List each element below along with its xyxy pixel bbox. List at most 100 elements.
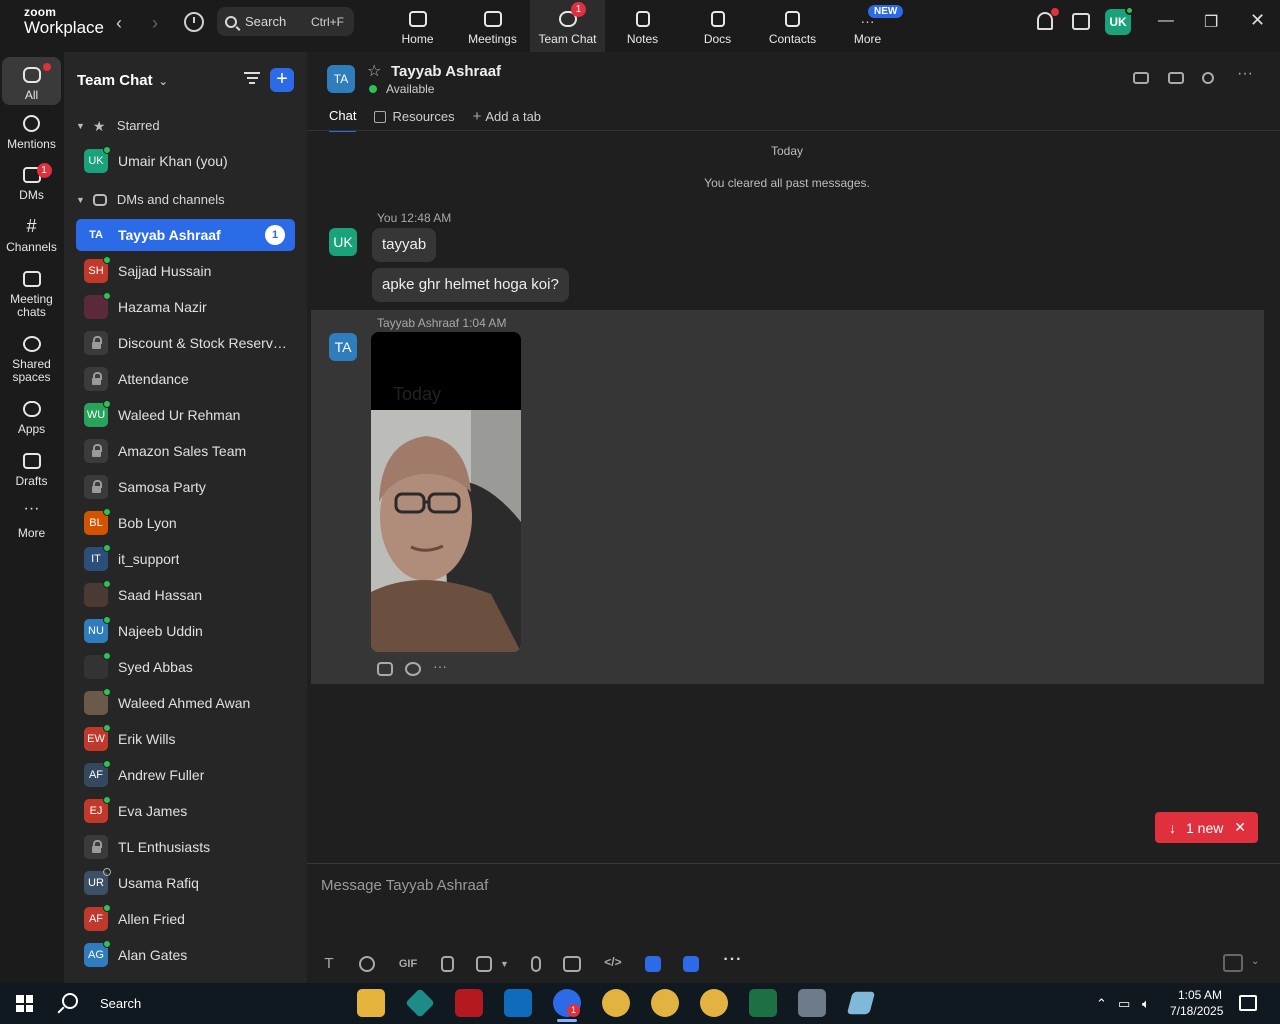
- file-explorer-icon[interactable]: [357, 989, 385, 1017]
- tab-contacts[interactable]: Contacts: [755, 0, 830, 52]
- send-icon[interactable]: [1223, 954, 1243, 972]
- file-icon[interactable]: [441, 956, 454, 972]
- taskbar-search[interactable]: Search: [100, 996, 141, 1011]
- list-item[interactable]: Discount & Stock Reservati...: [76, 327, 295, 359]
- chrome-icon[interactable]: [602, 989, 630, 1017]
- rail-meeting-chats[interactable]: Meeting chats: [2, 271, 61, 319]
- tab-notes[interactable]: Notes: [605, 0, 680, 52]
- text-format-icon[interactable]: T: [321, 956, 337, 972]
- message-input[interactable]: [321, 872, 1261, 898]
- list-item[interactable]: AF Andrew Fuller: [76, 759, 295, 791]
- list-item[interactable]: AF Allen Fried: [76, 903, 295, 935]
- chrome-icon[interactable]: [651, 989, 679, 1017]
- list-item[interactable]: TL Enthusiasts: [76, 831, 295, 863]
- message-bubble[interactable]: tayyab: [372, 228, 437, 262]
- excel-icon[interactable]: [749, 989, 777, 1017]
- message-bubble[interactable]: apke ghr helmet hoga koi?: [372, 268, 569, 302]
- more-options-icon[interactable]: ···: [1237, 66, 1253, 82]
- screenshot-icon[interactable]: [476, 956, 492, 972]
- search-icon[interactable]: [1202, 72, 1214, 84]
- list-item[interactable]: EW Erik Wills: [76, 723, 295, 755]
- volume-icon[interactable]: 🔈︎: [1142, 996, 1150, 1012]
- profile-avatar[interactable]: UK: [1105, 6, 1134, 35]
- add-reaction-icon[interactable]: [405, 662, 421, 676]
- list-item[interactable]: TA Tayyab Ashraaf 1: [76, 219, 295, 251]
- video-message-icon[interactable]: [562, 956, 581, 972]
- share-screen-icon[interactable]: [1168, 72, 1184, 84]
- rail-shared-spaces[interactable]: Shared spaces: [2, 336, 61, 384]
- minimize-icon[interactable]: —: [1158, 12, 1174, 30]
- outlook-icon[interactable]: [504, 989, 532, 1017]
- notifications-bell-icon[interactable]: [1037, 12, 1053, 30]
- list-item[interactable]: AG Alan Gates: [76, 939, 295, 971]
- restore-icon[interactable]: ❐: [1204, 12, 1218, 32]
- message-avatar[interactable]: TA: [329, 333, 357, 361]
- list-item[interactable]: Saad Hassan: [76, 579, 295, 611]
- microphone-icon[interactable]: [530, 956, 541, 972]
- list-item[interactable]: UR Usama Rafiq: [76, 867, 295, 899]
- tab-more[interactable]: NEW ··· More: [830, 0, 905, 52]
- list-item[interactable]: Waleed Ahmed Awan: [76, 687, 295, 719]
- list-item[interactable]: BL Bob Lyon: [76, 507, 295, 539]
- add-tab-button[interactable]: + Add a tab: [473, 108, 541, 132]
- list-item[interactable]: WU Waleed Ur Rehman: [76, 399, 295, 431]
- calculator-icon[interactable]: [798, 989, 826, 1017]
- chevron-down-icon[interactable]: ▼: [500, 959, 509, 969]
- back-arrow-icon[interactable]: ‹: [116, 13, 122, 34]
- sidebar-item-umair-khan[interactable]: UK Umair Khan (you): [76, 145, 295, 177]
- zoom-app-icon[interactable]: [682, 956, 699, 972]
- system-clock[interactable]: 1:05 AM 7/18/2025: [1170, 987, 1223, 1019]
- sidebar-title[interactable]: Team Chat ⌄: [77, 72, 168, 89]
- reply-icon[interactable]: [377, 662, 393, 676]
- rail-all[interactable]: All: [2, 57, 61, 105]
- new-chat-button[interactable]: +: [270, 68, 294, 92]
- chat-title[interactable]: Tayyab Ashraaf: [391, 63, 501, 80]
- chevron-down-icon[interactable]: ⌄: [1251, 956, 1259, 967]
- list-item[interactable]: Amazon Sales Team: [76, 435, 295, 467]
- message-avatar[interactable]: UK: [329, 228, 357, 256]
- rail-drafts[interactable]: Drafts: [2, 453, 61, 488]
- filezilla-icon[interactable]: [455, 989, 483, 1017]
- gif-button[interactable]: GIF: [397, 956, 419, 972]
- list-item[interactable]: NU Najeeb Uddin: [76, 615, 295, 647]
- rail-channels[interactable]: # Channels: [2, 217, 61, 254]
- filter-icon[interactable]: [244, 72, 260, 86]
- close-icon[interactable]: ✕: [1234, 819, 1246, 836]
- dms-section[interactable]: ▼ DMs and channels: [76, 192, 225, 207]
- rail-apps[interactable]: Apps: [2, 401, 61, 436]
- app-diamond-icon[interactable]: [405, 988, 435, 1018]
- app-icon[interactable]: [644, 956, 661, 972]
- chevron-up-icon[interactable]: ⌃: [1096, 996, 1107, 1012]
- calendar-icon[interactable]: [1072, 13, 1090, 30]
- more-options-icon[interactable]: ···: [433, 659, 447, 676]
- rail-mentions[interactable]: Mentions: [2, 115, 61, 151]
- rail-more[interactable]: ··· More: [2, 501, 61, 540]
- notification-center-icon[interactable]: [1239, 995, 1257, 1011]
- list-item[interactable]: EJ Eva James: [76, 795, 295, 827]
- close-icon[interactable]: ✕: [1250, 10, 1265, 31]
- message-image[interactable]: Today: [371, 332, 521, 652]
- starred-section[interactable]: ▼ ★ Starred: [76, 118, 160, 133]
- more-options-icon[interactable]: ···: [721, 952, 745, 972]
- star-outline-icon[interactable]: ☆: [367, 61, 381, 81]
- code-snippet-icon[interactable]: </>: [603, 956, 623, 972]
- list-item[interactable]: Syed Abbas: [76, 651, 295, 683]
- new-messages-button[interactable]: ↓ 1 new ✕: [1155, 812, 1258, 843]
- chat-avatar[interactable]: TA: [327, 65, 355, 93]
- tab-docs[interactable]: Docs: [680, 0, 755, 52]
- video-call-icon[interactable]: [1133, 72, 1149, 84]
- list-item[interactable]: SH Sajjad Hussain: [76, 255, 295, 287]
- list-item[interactable]: Hazama Nazir: [76, 291, 295, 323]
- app-icon[interactable]: [846, 991, 876, 1015]
- rail-dms[interactable]: 1 DMs: [2, 163, 61, 202]
- tab-team-chat[interactable]: 1 Team Chat: [530, 0, 605, 52]
- network-icon[interactable]: ▭: [1118, 996, 1130, 1012]
- tab-chat[interactable]: Chat: [329, 108, 357, 132]
- list-item[interactable]: Attendance: [76, 363, 295, 395]
- search-button[interactable]: Search Ctrl+F: [217, 7, 354, 36]
- tab-meetings[interactable]: Meetings: [455, 0, 530, 52]
- windows-start-icon[interactable]: [16, 995, 33, 1012]
- tab-resources[interactable]: Resources: [374, 108, 455, 132]
- chrome-icon[interactable]: [700, 989, 728, 1017]
- list-item[interactable]: IT it_support: [76, 543, 295, 575]
